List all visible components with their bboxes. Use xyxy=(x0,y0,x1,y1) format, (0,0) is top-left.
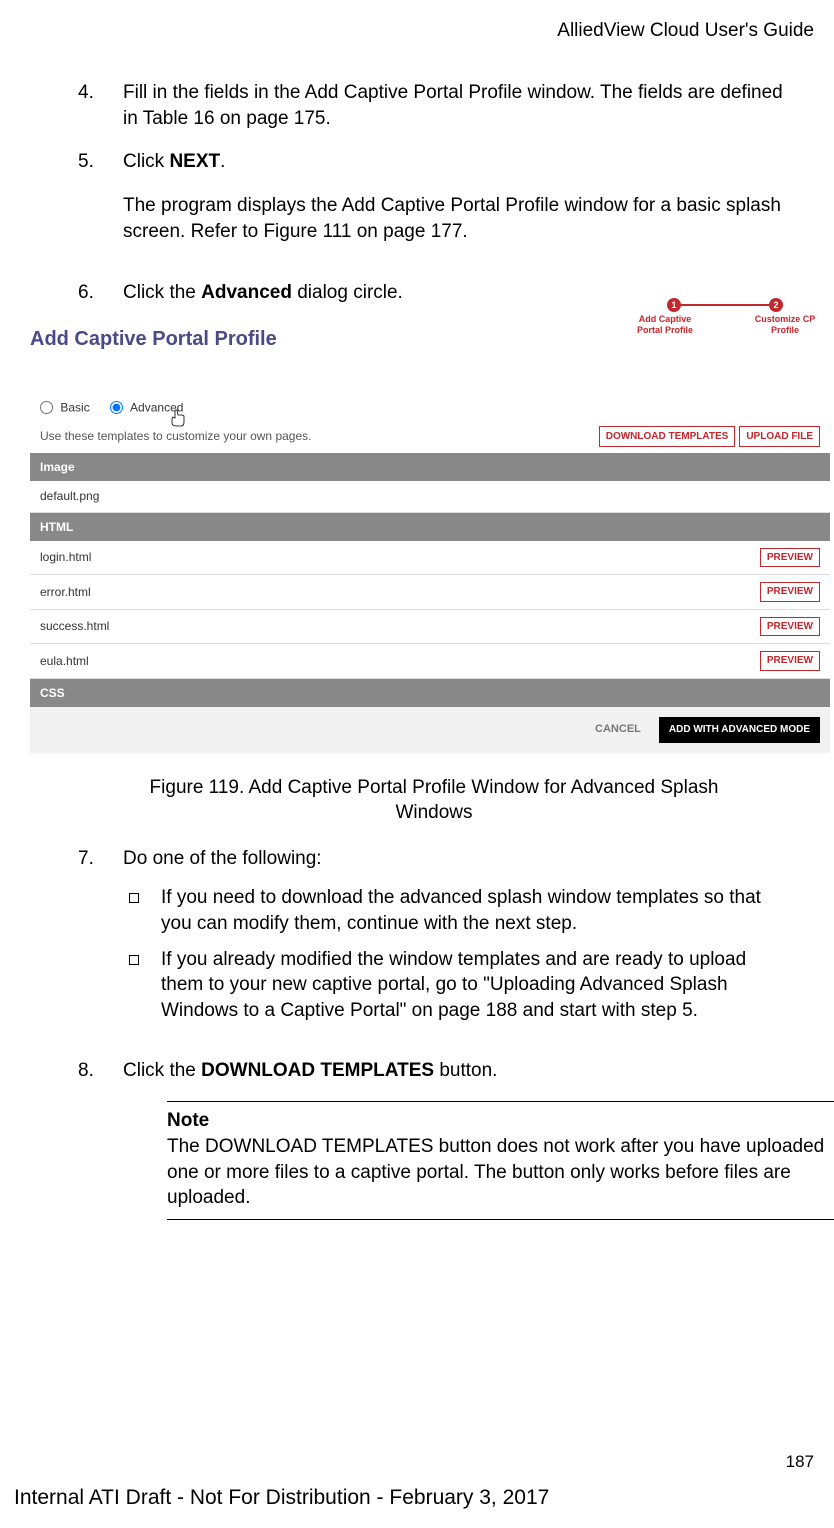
figure-caption: Figure 119. Add Captive Portal Profile W… xyxy=(118,775,750,826)
step-6: 6. Click the Advanced dialog circle. xyxy=(78,280,790,306)
step-number: 4. xyxy=(78,80,123,131)
step-number: 8. xyxy=(78,1058,123,1220)
step-text: Click the Advanced dialog circle. xyxy=(123,280,790,306)
preview-button[interactable]: PREVIEW xyxy=(760,548,820,568)
step-text: Click the DOWNLOAD TEMPLATES button. xyxy=(123,1058,834,1084)
file-name: default.png xyxy=(40,488,99,504)
list-item: If you already modified the window templ… xyxy=(123,947,790,1024)
step-text: Click NEXT. xyxy=(123,149,790,175)
radio-advanced[interactable] xyxy=(110,401,123,414)
embedded-screenshot: 1 2 Add Captive Portal Profile Customize… xyxy=(30,326,830,753)
step-number: 5. xyxy=(78,149,123,262)
section-header-css: CSS xyxy=(30,679,830,707)
radio-row: Basic Advanced xyxy=(30,393,830,422)
dialog-footer: CANCEL ADD WITH ADVANCED MODE xyxy=(30,707,830,753)
radio-basic[interactable] xyxy=(40,401,53,414)
section-header-image: Image xyxy=(30,453,830,481)
step-7: 7. Do one of the following: If you need … xyxy=(78,846,790,1040)
file-name: error.html xyxy=(40,584,91,600)
list-item-text: If you need to download the advanced spl… xyxy=(161,885,790,936)
preview-button[interactable]: PREVIEW xyxy=(760,582,820,602)
cursor-icon xyxy=(170,409,186,432)
note-heading: Note xyxy=(167,1108,834,1134)
download-templates-button[interactable]: DOWNLOAD TEMPLATES xyxy=(599,426,736,448)
step-5: 5. Click NEXT. The program displays the … xyxy=(78,149,790,262)
list-item-text: If you already modified the window templ… xyxy=(161,947,790,1024)
step-number: 6. xyxy=(78,280,123,306)
radio-basic-label: Basic xyxy=(60,401,89,415)
page-content: 4. Fill in the fields in the Add Captive… xyxy=(0,0,810,1220)
table-row: error.html PREVIEW xyxy=(30,575,830,610)
stepper-label-1: Add Captive Portal Profile xyxy=(630,314,700,336)
preview-button[interactable]: PREVIEW xyxy=(760,651,820,671)
step-number: 7. xyxy=(78,846,123,1040)
note-body: The DOWNLOAD TEMPLATES button does not w… xyxy=(167,1134,834,1211)
stepper-label-2: Customize CP Profile xyxy=(750,314,820,336)
cancel-button[interactable]: CANCEL xyxy=(595,722,641,737)
list-item: If you need to download the advanced spl… xyxy=(123,885,790,936)
page-number: 187 xyxy=(786,1451,814,1474)
header-guide-title: AlliedView Cloud User's Guide xyxy=(557,18,814,44)
add-advanced-mode-button[interactable]: ADD WITH ADVANCED MODE xyxy=(659,717,820,743)
table-row: success.html PREVIEW xyxy=(30,610,830,645)
table-row: default.png xyxy=(30,481,830,512)
step-text: Fill in the fields in the Add Captive Po… xyxy=(123,80,790,131)
file-name: login.html xyxy=(40,549,91,565)
preview-button[interactable]: PREVIEW xyxy=(760,617,820,637)
footer-draft-notice: Internal ATI Draft - Not For Distributio… xyxy=(14,1484,549,1512)
table-row: eula.html PREVIEW xyxy=(30,644,830,679)
file-name: success.html xyxy=(40,618,109,634)
step-text-continuation: The program displays the Add Captive Por… xyxy=(123,193,790,244)
step-4: 4. Fill in the fields in the Add Captive… xyxy=(78,80,790,131)
table-row: login.html PREVIEW xyxy=(30,541,830,576)
note-block: Note The DOWNLOAD TEMPLATES button does … xyxy=(167,1101,834,1220)
bullet-icon xyxy=(123,947,161,1024)
section-header-html: HTML xyxy=(30,513,830,541)
file-name: eula.html xyxy=(40,653,89,669)
step-text: Do one of the following: xyxy=(123,846,790,872)
bullet-icon xyxy=(123,885,161,936)
step-8: 8. Click the DOWNLOAD TEMPLATES button. … xyxy=(78,1058,790,1220)
upload-file-button[interactable]: UPLOAD FILE xyxy=(739,426,820,448)
